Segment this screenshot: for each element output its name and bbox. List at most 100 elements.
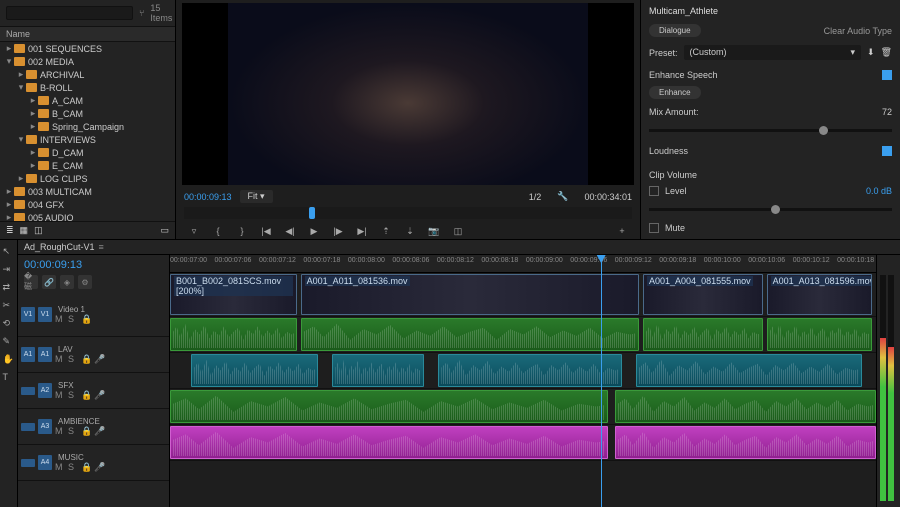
clip[interactable]: A001_A011_081536.mov	[301, 274, 640, 315]
bin-row[interactable]: ▸ARCHIVAL	[0, 68, 175, 81]
expand-icon[interactable]: ▾	[4, 56, 14, 67]
bin-row[interactable]: ▸005 AUDIO	[0, 211, 175, 221]
voiceover-icon[interactable]: 🎤	[94, 390, 104, 400]
voiceover-icon[interactable]: 🎤	[94, 354, 104, 364]
voiceover-icon[interactable]: 🎤	[94, 462, 104, 472]
bin-row[interactable]: ▸A_CAM	[0, 94, 175, 107]
playback-res-dropdown[interactable]: 1/2	[529, 192, 542, 202]
solo-icon[interactable]: S	[68, 426, 78, 436]
clip[interactable]	[332, 354, 424, 387]
track-header[interactable]: A3AMBIENCEMS🔒🎤	[18, 409, 169, 445]
track-select-tool-icon[interactable]: ⇥	[3, 264, 15, 276]
level-slider[interactable]	[649, 208, 892, 211]
source-patch[interactable]: A1	[21, 347, 35, 362]
program-viewport[interactable]	[182, 3, 634, 185]
loudness-header[interactable]: Loudness	[649, 146, 688, 156]
source-patch[interactable]	[21, 423, 35, 431]
solo-icon[interactable]: S	[68, 390, 78, 400]
go-to-in-icon[interactable]: |◀	[259, 224, 273, 238]
download-preset-icon[interactable]: ⬇	[867, 47, 875, 58]
lock-icon[interactable]: 🔒	[81, 462, 91, 472]
clip[interactable]	[170, 426, 608, 459]
solo-icon[interactable]: S	[68, 462, 78, 472]
expand-icon[interactable]: ▾	[16, 82, 26, 93]
track-header[interactable]: A2SFXMS🔒🎤	[18, 373, 169, 409]
project-search-input[interactable]	[6, 6, 133, 20]
clip[interactable]	[615, 426, 876, 459]
bin-row[interactable]: ▸B_CAM	[0, 107, 175, 120]
zoom-fit-dropdown[interactable]: Fit ▾	[240, 190, 273, 203]
clear-audio-type-button[interactable]: Clear Audio Type	[824, 26, 892, 36]
target-patch[interactable]: A4	[38, 455, 52, 470]
settings-toggle[interactable]: ⚙	[78, 275, 92, 289]
expand-icon[interactable]: ▾	[16, 134, 26, 145]
source-patch[interactable]	[21, 459, 35, 467]
track-header[interactable]: A1A1LAVMS🔒🎤	[18, 337, 169, 373]
clip[interactable]	[636, 354, 862, 387]
track-lane[interactable]	[170, 317, 876, 353]
lift-icon[interactable]: ⇡	[379, 224, 393, 238]
settings-icon[interactable]: 🔧	[557, 191, 568, 202]
mute-icon[interactable]: M	[55, 390, 65, 400]
playhead[interactable]	[601, 255, 602, 507]
clip[interactable]	[438, 354, 622, 387]
lock-icon[interactable]: 🔒	[81, 314, 91, 324]
clip[interactable]	[301, 318, 640, 351]
slip-tool-icon[interactable]: ⟲	[3, 318, 15, 330]
snap-toggle[interactable]: �磁	[24, 275, 38, 289]
clip[interactable]: A001_A004_081555.mov	[643, 274, 763, 315]
mute-icon[interactable]: M	[55, 426, 65, 436]
mute-icon[interactable]: M	[55, 462, 65, 472]
clip[interactable]	[170, 390, 608, 423]
track-lane[interactable]: B001_B002_081SCS.mov [200%]A001_A011_081…	[170, 273, 876, 317]
voiceover-icon[interactable]: 🎤	[94, 426, 104, 436]
add-button-icon[interactable]: +	[615, 224, 629, 238]
list-view-icon[interactable]: ≣	[6, 225, 14, 236]
mark-in-icon[interactable]: {	[211, 224, 225, 238]
source-patch[interactable]	[21, 387, 35, 395]
expand-icon[interactable]: ▸	[4, 212, 14, 221]
extract-icon[interactable]: ⇣	[403, 224, 417, 238]
track-header[interactable]: V1V1Video 1MS🔒	[18, 293, 169, 337]
clip[interactable]: B001_B002_081SCS.mov [200%]	[170, 274, 297, 315]
bin-row[interactable]: ▸LOG CLIPS	[0, 172, 175, 185]
expand-icon[interactable]: ▸	[28, 95, 38, 106]
mute-checkbox[interactable]	[649, 223, 659, 233]
expand-icon[interactable]: ▸	[28, 108, 38, 119]
play-icon[interactable]: ▶	[307, 224, 321, 238]
expand-icon[interactable]: ▸	[28, 147, 38, 158]
mark-out-icon[interactable]: }	[235, 224, 249, 238]
source-patch[interactable]: V1	[21, 307, 35, 322]
enhance-button[interactable]: Enhance	[649, 86, 701, 99]
expand-icon[interactable]: ▸	[28, 160, 38, 171]
target-patch[interactable]: A2	[38, 383, 52, 398]
type-tool-icon[interactable]: T	[3, 372, 15, 384]
bin-row[interactable]: ▸004 GFX	[0, 198, 175, 211]
bin-row[interactable]: ▾B-ROLL	[0, 81, 175, 94]
expand-icon[interactable]: ▸	[16, 69, 26, 80]
level-checkbox[interactable]	[649, 186, 659, 196]
solo-icon[interactable]: S	[68, 354, 78, 364]
clip[interactable]	[767, 318, 873, 351]
preset-dropdown[interactable]: (Custom)▾	[684, 45, 862, 60]
solo-icon[interactable]: S	[68, 314, 78, 324]
mute-icon[interactable]: M	[55, 314, 65, 324]
track-lane[interactable]	[170, 353, 876, 389]
timeline-tracks[interactable]: 00:00:07:0000:00:07:0600:00:07:1200:00:0…	[170, 255, 876, 507]
name-column-header[interactable]: Name	[0, 27, 175, 42]
enhance-speech-checkbox[interactable]	[882, 70, 892, 80]
export-frame-icon[interactable]: 📷	[427, 224, 441, 238]
program-tc-in[interactable]: 00:00:09:13	[184, 192, 232, 202]
tab-menu-icon[interactable]: ≡	[99, 242, 104, 252]
lock-icon[interactable]: 🔒	[81, 354, 91, 364]
enhance-speech-header[interactable]: Enhance Speech	[649, 70, 718, 80]
lock-icon[interactable]: 🔒	[81, 426, 91, 436]
pen-tool-icon[interactable]: ✎	[3, 336, 15, 348]
step-back-icon[interactable]: ◀|	[283, 224, 297, 238]
target-patch[interactable]: V1	[38, 307, 52, 322]
clip[interactable]	[643, 318, 763, 351]
track-header[interactable]: A4MUSICMS🔒🎤	[18, 445, 169, 481]
bin-row[interactable]: ▸D_CAM	[0, 146, 175, 159]
funnel-icon[interactable]: ⑂	[139, 8, 144, 18]
loudness-checkbox[interactable]	[882, 146, 892, 156]
